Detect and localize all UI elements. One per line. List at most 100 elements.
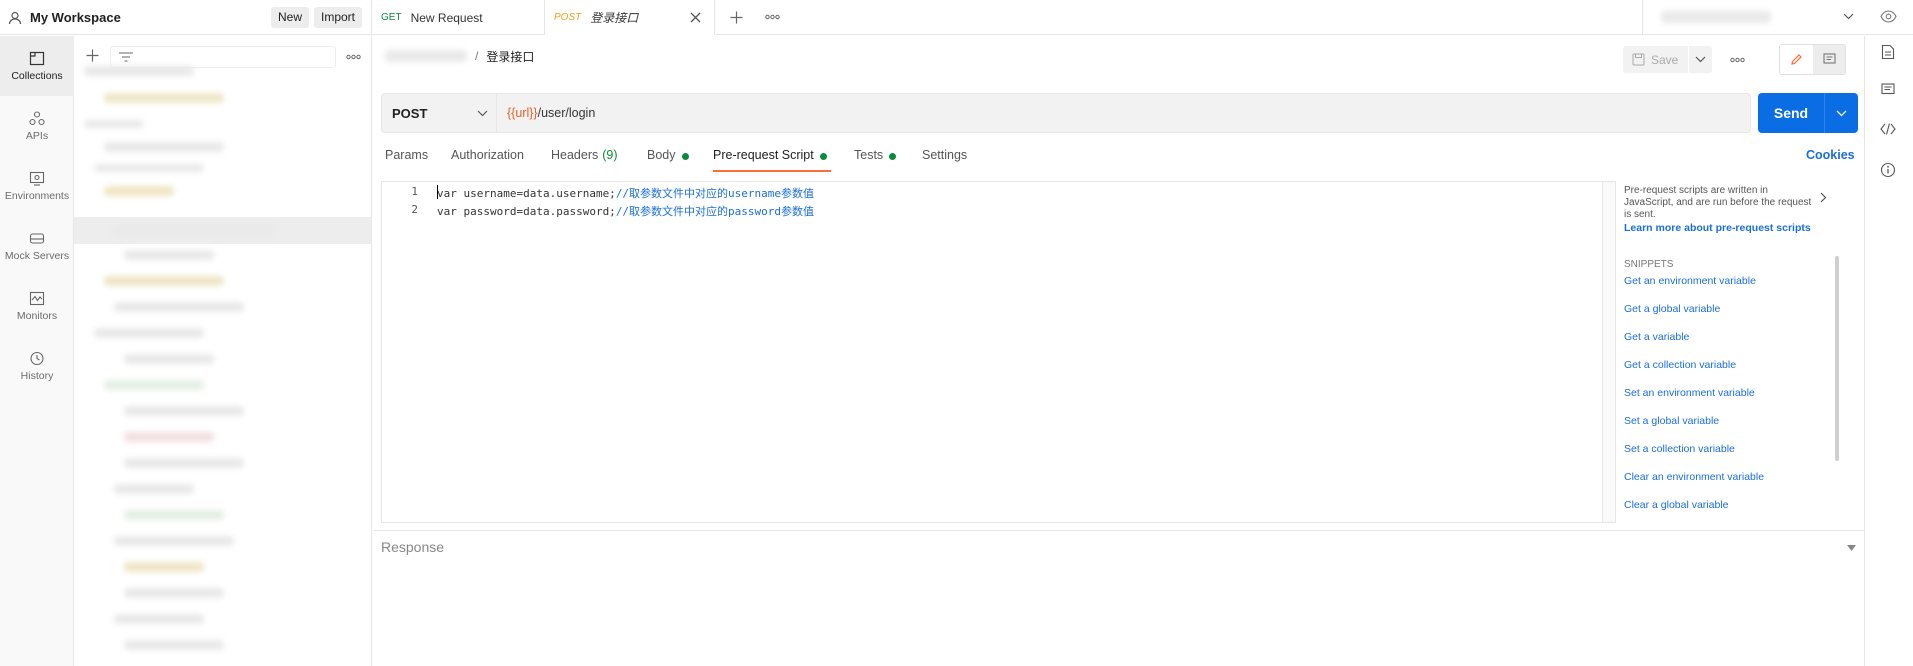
apis-icon bbox=[29, 110, 45, 126]
tab-settings[interactable]: Settings bbox=[922, 148, 967, 172]
comment-icon bbox=[1823, 53, 1836, 66]
close-icon[interactable] bbox=[690, 12, 701, 23]
tab-headers[interactable]: Headers (9) bbox=[551, 148, 618, 172]
line-number: 1 bbox=[411, 185, 418, 198]
url-path: /user/login bbox=[537, 106, 596, 120]
text-cursor bbox=[437, 185, 438, 199]
tab-label: Body bbox=[647, 148, 676, 162]
tab-body[interactable]: Body bbox=[647, 148, 689, 172]
eye-icon[interactable] bbox=[1880, 10, 1897, 23]
edit-mode-button[interactable] bbox=[1780, 45, 1813, 74]
more-tabs-icon[interactable] bbox=[765, 14, 780, 20]
caret-down-icon[interactable] bbox=[1847, 545, 1856, 551]
snippet-link[interactable]: Set a collection variable bbox=[1624, 443, 1735, 455]
collections-sidebar bbox=[74, 36, 372, 666]
code-comment: //取参数文件中对应的password参数值 bbox=[615, 205, 815, 218]
method-select[interactable]: POST bbox=[381, 93, 497, 133]
chevron-down-icon[interactable] bbox=[1836, 110, 1847, 117]
code-line[interactable]: var password=data.password;//取参数文件中对应的pa… bbox=[437, 203, 814, 219]
comments-icon[interactable] bbox=[1881, 83, 1895, 97]
method-label: POST bbox=[392, 105, 428, 121]
cookies-label: Cookies bbox=[1806, 148, 1855, 162]
nav-history[interactable]: History bbox=[0, 336, 74, 396]
nav-label: Environments bbox=[4, 189, 70, 202]
add-collection-icon[interactable] bbox=[86, 49, 99, 62]
view-toggle bbox=[1779, 44, 1846, 75]
nav-mock-servers[interactable]: Mock Servers bbox=[0, 216, 74, 276]
code-comment: //取参数文件中对应的username参数值 bbox=[615, 187, 815, 200]
send-button[interactable]: Send bbox=[1758, 93, 1858, 133]
save-icon bbox=[1632, 53, 1645, 66]
workspace-name[interactable]: My Workspace bbox=[30, 10, 121, 25]
help-description: Pre-request scripts are written in JavaS… bbox=[1624, 185, 1812, 220]
chevron-right-icon[interactable] bbox=[1820, 192, 1827, 203]
add-tab-icon[interactable] bbox=[730, 11, 743, 24]
comments-mode-button[interactable] bbox=[1813, 45, 1845, 74]
code-text: var password=data.password; bbox=[437, 205, 616, 218]
tab-title: New Request bbox=[410, 10, 483, 25]
snippet-link[interactable]: Clear a global variable bbox=[1624, 499, 1728, 511]
url-input[interactable]: {{url}} /user/login bbox=[497, 93, 1751, 133]
documentation-icon[interactable] bbox=[1881, 44, 1895, 60]
code-line[interactable]: var username=data.username;//取参数文件中对应的us… bbox=[437, 185, 814, 201]
status-dot bbox=[681, 153, 689, 160]
editor-scrollbar[interactable] bbox=[1602, 182, 1615, 522]
snippet-link[interactable]: Get a collection variable bbox=[1624, 359, 1736, 371]
chevron-down-icon bbox=[1843, 13, 1854, 20]
tab-method: POST bbox=[554, 11, 582, 23]
snippet-link[interactable]: Clear an environment variable bbox=[1624, 471, 1764, 483]
nav-monitors[interactable]: Monitors bbox=[0, 276, 74, 336]
right-context-bar bbox=[1864, 36, 1913, 666]
save-dropdown-button[interactable] bbox=[1689, 46, 1712, 73]
script-editor[interactable]: 1 2 var username=data.username;//取参数文件中对… bbox=[381, 181, 1616, 523]
environment-selector[interactable] bbox=[1642, 0, 1864, 35]
tab-pre-request-script[interactable]: Pre-request Script bbox=[713, 148, 831, 172]
search-input[interactable] bbox=[110, 46, 336, 68]
headers-count: (9) bbox=[602, 148, 618, 162]
save-button[interactable]: Save bbox=[1623, 46, 1688, 73]
nav-label: History bbox=[20, 369, 54, 382]
snippets-scrollbar[interactable] bbox=[1835, 256, 1839, 461]
snippet-link[interactable]: Get a global variable bbox=[1624, 303, 1720, 315]
response-label[interactable]: Response bbox=[381, 539, 444, 555]
chevron-down-icon bbox=[1695, 56, 1706, 63]
line-gutter: 1 2 bbox=[382, 182, 422, 522]
sidebar-more-icon[interactable] bbox=[346, 54, 361, 60]
tab-label: Params bbox=[385, 148, 429, 162]
snippet-link[interactable]: Get a variable bbox=[1624, 331, 1689, 343]
nav-label: Collections bbox=[11, 69, 63, 82]
nav-collections[interactable]: Collections bbox=[0, 36, 74, 96]
left-nav: Collections APIs Environments Mock Serve… bbox=[0, 36, 74, 666]
info-icon[interactable] bbox=[1880, 162, 1896, 178]
learn-more-link[interactable]: Learn more about pre-request scripts bbox=[1624, 222, 1811, 234]
tab-new-request[interactable]: GET New Request bbox=[372, 0, 545, 35]
save-label: Save bbox=[1651, 52, 1679, 67]
tab-tests[interactable]: Tests bbox=[854, 148, 897, 172]
request-more-icon[interactable] bbox=[1730, 57, 1745, 63]
snippet-link[interactable]: Get an environment variable bbox=[1624, 275, 1756, 287]
send-dropdown-divider bbox=[1824, 93, 1825, 133]
code-text: var username=data.username; bbox=[437, 187, 616, 200]
workspace-header: My Workspace New Import bbox=[0, 0, 372, 35]
request-editor: / 登录接口 Save POST {{url}} /user/login Sen… bbox=[373, 36, 1865, 666]
import-button[interactable]: Import bbox=[314, 7, 363, 28]
snippet-link[interactable]: Set a global variable bbox=[1624, 415, 1719, 427]
tab-params[interactable]: Params bbox=[385, 148, 428, 172]
new-button[interactable]: New bbox=[271, 7, 310, 28]
cookies-link[interactable]: Cookies bbox=[1806, 148, 1855, 172]
chevron-down-icon bbox=[477, 110, 488, 117]
tab-label: Pre-request Script bbox=[713, 148, 814, 162]
nav-apis[interactable]: APIs bbox=[0, 96, 74, 156]
monitors-icon bbox=[29, 291, 45, 306]
tab-authorization[interactable]: Authorization bbox=[451, 148, 524, 172]
request-title[interactable]: 登录接口 bbox=[486, 48, 534, 65]
filter-icon bbox=[119, 52, 133, 62]
status-dot bbox=[819, 153, 827, 160]
snippet-link[interactable]: Set an environment variable bbox=[1624, 387, 1755, 399]
nav-environments[interactable]: Environments bbox=[0, 156, 74, 216]
tab-login-request[interactable]: POST 登录接口 bbox=[545, 0, 715, 35]
code-icon[interactable] bbox=[1880, 123, 1896, 135]
tab-method: GET bbox=[381, 12, 402, 23]
environments-icon bbox=[29, 171, 45, 186]
user-icon[interactable] bbox=[8, 11, 22, 25]
